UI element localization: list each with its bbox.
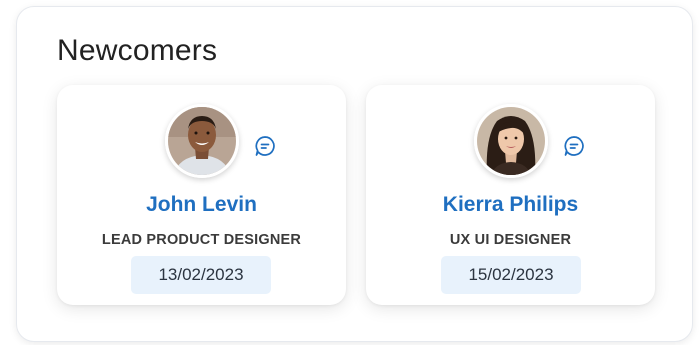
chat-button[interactable] xyxy=(562,134,586,158)
person-role: LEAD PRODUCT DESIGNER xyxy=(101,232,302,248)
chat-button[interactable] xyxy=(253,134,277,158)
newcomer-card: Kierra Philips UX UI DESIGNER 15/02/2023 xyxy=(366,85,655,305)
avatar-photo-icon xyxy=(168,107,236,175)
newcomer-card: John Levin LEAD PRODUCT DESIGNER 13/02/2… xyxy=(57,85,346,305)
start-date-badge: 15/02/2023 xyxy=(441,256,581,294)
chat-bubble-icon xyxy=(255,136,275,156)
panel-title: Newcomers xyxy=(57,34,218,67)
start-date-badge: 13/02/2023 xyxy=(131,256,271,294)
chat-bubble-icon xyxy=(564,136,584,156)
avatar[interactable] xyxy=(165,104,239,178)
person-name[interactable]: Kierra Philips xyxy=(366,193,655,217)
newcomers-panel: Newcomers John Levin LEAD PRODUCT DESIGN… xyxy=(16,6,693,342)
avatar-photo-icon xyxy=(477,107,545,175)
person-role: UX UI DESIGNER xyxy=(449,232,572,248)
person-name[interactable]: John Levin xyxy=(57,193,346,217)
avatar[interactable] xyxy=(474,104,548,178)
